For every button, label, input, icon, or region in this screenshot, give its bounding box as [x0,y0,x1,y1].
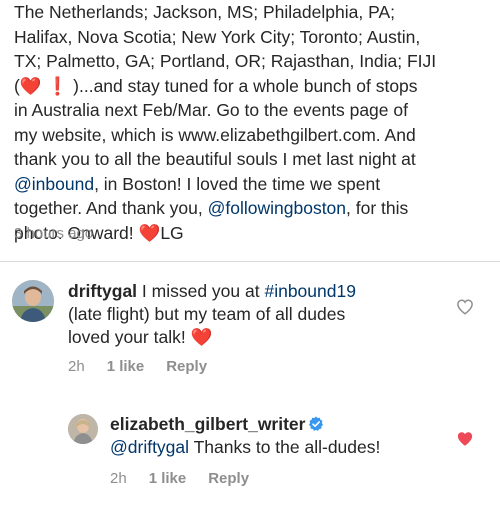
avatar[interactable] [12,280,54,322]
comment-body: driftygal I missed you at #inbound19 (la… [68,280,448,349]
caption-text: , in Boston! I loved the time we spent [94,173,381,194]
comment-username[interactable]: driftygal [68,281,137,301]
comment-body: elizabeth_gilbert_writer @driftygal Than… [110,413,450,459]
post-timestamp: 3 hours ago [14,225,94,242]
post-caption: The Netherlands; Jackson, MS; Philadelph… [14,0,490,245]
hashtag-link[interactable]: #inbound19 [264,281,355,301]
caption-line: together. And thank you, @followingbosto… [14,196,490,221]
reply-button[interactable]: Reply [208,470,249,487]
comment-likes-count[interactable]: 1 like [107,358,145,375]
reply-comment-item: elizabeth_gilbert_writer @driftygal Than… [0,410,500,500]
exclamation-emoji-icon: ❗ [46,75,69,96]
comment-line: @driftygal Thanks to the all-dudes! [110,436,450,459]
caption-line: Halifax, Nova Scotia; New York City; Tor… [14,26,421,47]
heart-emoji-icon: ❤️ [138,222,161,243]
caption-text: together. And thank you, [14,198,208,218]
reply-button[interactable]: Reply [166,358,207,375]
like-heart-filled-icon[interactable] [456,430,474,448]
caption-text: )...and stay tuned for a whole bunch of … [68,75,418,96]
comment-text: I missed you at [137,281,265,301]
comment-line: elizabeth_gilbert_writer [110,413,450,436]
comment-line: (late flight) but my team of all dudes [68,304,346,324]
verified-badge-icon [309,416,324,431]
avatar-photo-icon [12,280,54,322]
heart-emoji-icon: ❤️ [19,75,42,96]
caption-line: my website, which is www.elizabethgilber… [14,124,416,145]
caption-line: (❤️ ❗ )...and stay tuned for a whole bun… [14,74,490,99]
comment-username[interactable]: elizabeth_gilbert_writer [110,414,305,434]
mention-link-followingboston[interactable]: @followingboston [208,198,346,218]
mention-link-inbound[interactable]: @inbound [14,174,94,194]
comment-text: Thanks to the all-dudes! [189,437,381,457]
heart-emoji-icon: ❤️ [190,327,213,347]
mention-link-driftygal[interactable]: @driftygal [110,437,189,457]
comment-time: 2h [110,470,127,487]
like-heart-outline-icon[interactable] [456,298,474,316]
comment-item: driftygal I missed you at #inbound19 (la… [0,276,500,386]
comment-text: loved your talk! [68,327,191,347]
caption-text: LG [160,222,184,243]
caption-line: thank you to all the beautiful souls I m… [14,149,416,169]
comment-line: driftygal I missed you at #inbound19 [68,280,448,303]
caption-line: @inbound, in Boston! I loved the time we… [14,172,490,197]
avatar[interactable] [68,414,98,444]
comment-likes-count[interactable]: 1 like [149,470,187,487]
comment-time: 2h [68,358,85,375]
comment-meta: 2h 1 like Reply [68,358,207,375]
divider [0,261,500,262]
instagram-comments-view: The Netherlands; Jackson, MS; Philadelph… [0,0,500,508]
comment-meta: 2h 1 like Reply [110,470,249,487]
caption-text: , for this [346,198,409,218]
caption-line: The Netherlands; Jackson, MS; Philadelph… [14,2,395,22]
caption-line: TX; Palmetto, GA; Portland, OR; Rajastha… [14,51,437,71]
caption-line: in Australia next Feb/Mar. Go to the eve… [14,100,408,120]
comment-line: loved your talk! ❤️ [68,326,448,349]
avatar-photo-icon [68,414,98,444]
